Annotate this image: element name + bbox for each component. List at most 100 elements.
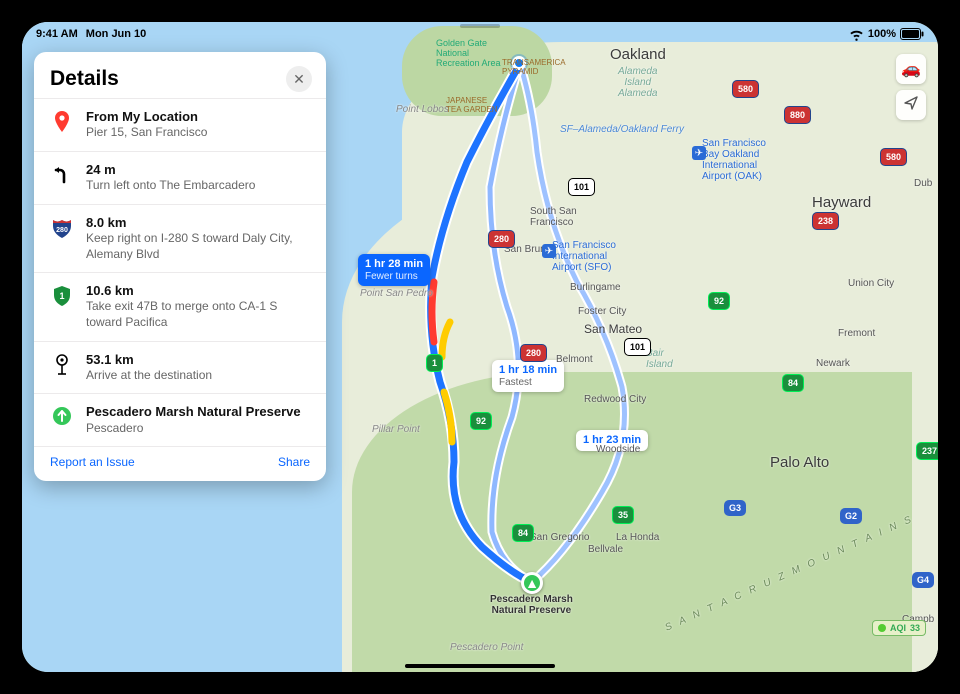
screen: 9:41 AM Mon Jun 10 100% [22,22,938,672]
map-label-bellvale: Bellvale [588,544,623,555]
hwy-us101-a: 101 [568,178,595,196]
panel-footer: Report an Issue Share [34,446,326,481]
map-label-transamerica: TRANSAMERICA PYRAMID [502,58,566,76]
direction-step[interactable]: 24 m Turn left onto The Embarcadero [34,151,326,204]
ca-route-shield-icon: 1 [50,283,74,330]
map-label-dest: Pescadero Marsh Natural Preserve [490,594,573,616]
route-time: 1 hr 28 min [365,258,423,271]
map-label-dublin: Dub [914,178,932,189]
interstate-shield-icon: 280 [50,215,74,262]
airport-sfo-icon: ✈ [542,244,556,258]
hwy-i580-b: 580 [880,148,907,166]
map-label-unioncity: Union City [848,278,894,289]
map-label-redwoodcity: Redwood City [584,394,646,405]
step-subtitle: Pescadero [86,421,301,437]
hwy-ca84-a: 84 [782,374,804,392]
hwy-us101-b: 101 [624,338,651,356]
status-date: Mon Jun 10 [86,28,147,40]
map-label-teagarden: JAPANESE TEA GARDEN [446,96,498,114]
airport-oak-icon: ✈ [692,146,706,160]
step-subtitle: Pier 15, San Francisco [86,125,207,141]
map-label-pescpt: Pescadero Point [450,642,523,653]
map-label-oakland: Oakland [610,46,666,63]
direction-step[interactable]: Pescadero Marsh Natural Preserve Pescade… [34,393,326,446]
svg-text:1: 1 [59,291,64,301]
map-label-sangregorio: San Gregorio [530,532,589,543]
direction-step[interactable]: 1 10.6 km Take exit 47B to merge onto CA… [34,272,326,340]
step-title: 8.0 km [86,215,310,231]
map-label-psp: Point San Pedro [360,288,433,299]
panel-title: Details [50,67,119,91]
driving-mode-button[interactable]: 🚗 [896,54,926,84]
car-icon: 🚗 [901,59,921,79]
home-indicator[interactable] [405,664,555,668]
map-label-alameda: Alameda Island Alameda [618,66,657,99]
close-button[interactable]: ✕ [286,66,312,92]
route-callout-primary[interactable]: 1 hr 28 min Fewer turns [358,254,430,286]
step-title: 10.6 km [86,283,310,299]
aqi-badge[interactable]: AQI 33 [872,620,926,636]
map-label-pointlobos: Point Lobos [396,104,449,115]
battery-icon [900,28,924,40]
hwy-i238: 238 [812,212,839,230]
hwy-i280-b: 280 [520,344,547,362]
status-time: 9:41 AM [36,28,78,40]
arrive-icon [50,352,74,384]
multitask-grabber-icon[interactable] [460,24,500,28]
step-title: From My Location [86,109,207,125]
share-link[interactable]: Share [278,455,310,469]
turn-left-icon [50,162,74,194]
direction-step[interactable]: 280 8.0 km Keep right on I-280 S toward … [34,204,326,272]
step-subtitle: Keep right on I-280 S toward Daly City, … [86,231,310,262]
close-icon: ✕ [293,71,305,88]
map-label-southsf: South San Francisco [530,206,577,228]
hwy-g4: G4 [912,572,934,588]
map-label-burlingame: Burlingame [570,282,621,293]
map-label-hayward: Hayward [812,194,871,211]
aqi-label: AQI [890,623,906,633]
direction-step[interactable]: 53.1 km Arrive at the destination [34,341,326,394]
locate-me-button[interactable] [896,90,926,120]
hwy-ca92-a: 92 [470,412,492,430]
destination-marker-icon[interactable]: ▲ [521,572,543,594]
hwy-i280-a: 280 [488,230,515,248]
step-title: 53.1 km [86,352,212,368]
aqi-value: 33 [910,623,920,633]
route-subtitle: Fewer turns [365,271,423,283]
pin-icon [50,109,74,141]
status-battery-pct: 100% [868,28,896,40]
report-issue-link[interactable]: Report an Issue [50,455,135,469]
map-label-sfo: San Francisco International Airport (SFO… [552,240,616,273]
hwy-i880: 880 [784,106,811,124]
location-arrow-icon [904,96,918,115]
map-label-newark: Newark [816,358,850,369]
route-callout-alt1[interactable]: 1 hr 18 min Fastest [492,360,564,392]
map-label-lahonda: La Honda [616,532,659,543]
panel-header: Details ✕ [34,52,326,98]
step-subtitle: Turn left onto The Embarcadero [86,178,255,194]
step-subtitle: Arrive at the destination [86,368,212,384]
aqi-dot-icon [878,624,886,632]
ipad-frame: 9:41 AM Mon Jun 10 100% [0,0,960,694]
step-title: Pescadero Marsh Natural Preserve [86,404,301,420]
wifi-icon [849,29,864,40]
step-title: 24 m [86,162,255,178]
map-label-woodside: Woodside [596,444,640,455]
map-label-oak: San Francisco Bay Oakland International … [702,138,766,182]
hwy-i580-a: 580 [732,80,759,98]
map-label-belmont: Belmont [556,354,593,365]
map-label-sanmateo: San Mateo [584,322,642,336]
direction-step[interactable]: From My Location Pier 15, San Francisco [34,98,326,151]
hwy-ca84-b: 84 [512,524,534,542]
map-label-fostercity: Foster City [578,306,626,317]
route-subtitle: Fastest [499,377,557,389]
svg-text:280: 280 [56,227,68,234]
route-time: 1 hr 18 min [499,364,557,377]
step-subtitle: Take exit 47B to merge onto CA-1 S towar… [86,299,310,330]
hwy-g3: G3 [724,500,746,516]
hwy-ca35: 35 [612,506,634,524]
map-label-fremont: Fremont [838,328,875,339]
details-panel: Details ✕ From My Location Pier 15, San … [34,52,326,481]
destination-circle-icon [50,404,74,436]
hwy-ca237: 237 [916,442,938,460]
